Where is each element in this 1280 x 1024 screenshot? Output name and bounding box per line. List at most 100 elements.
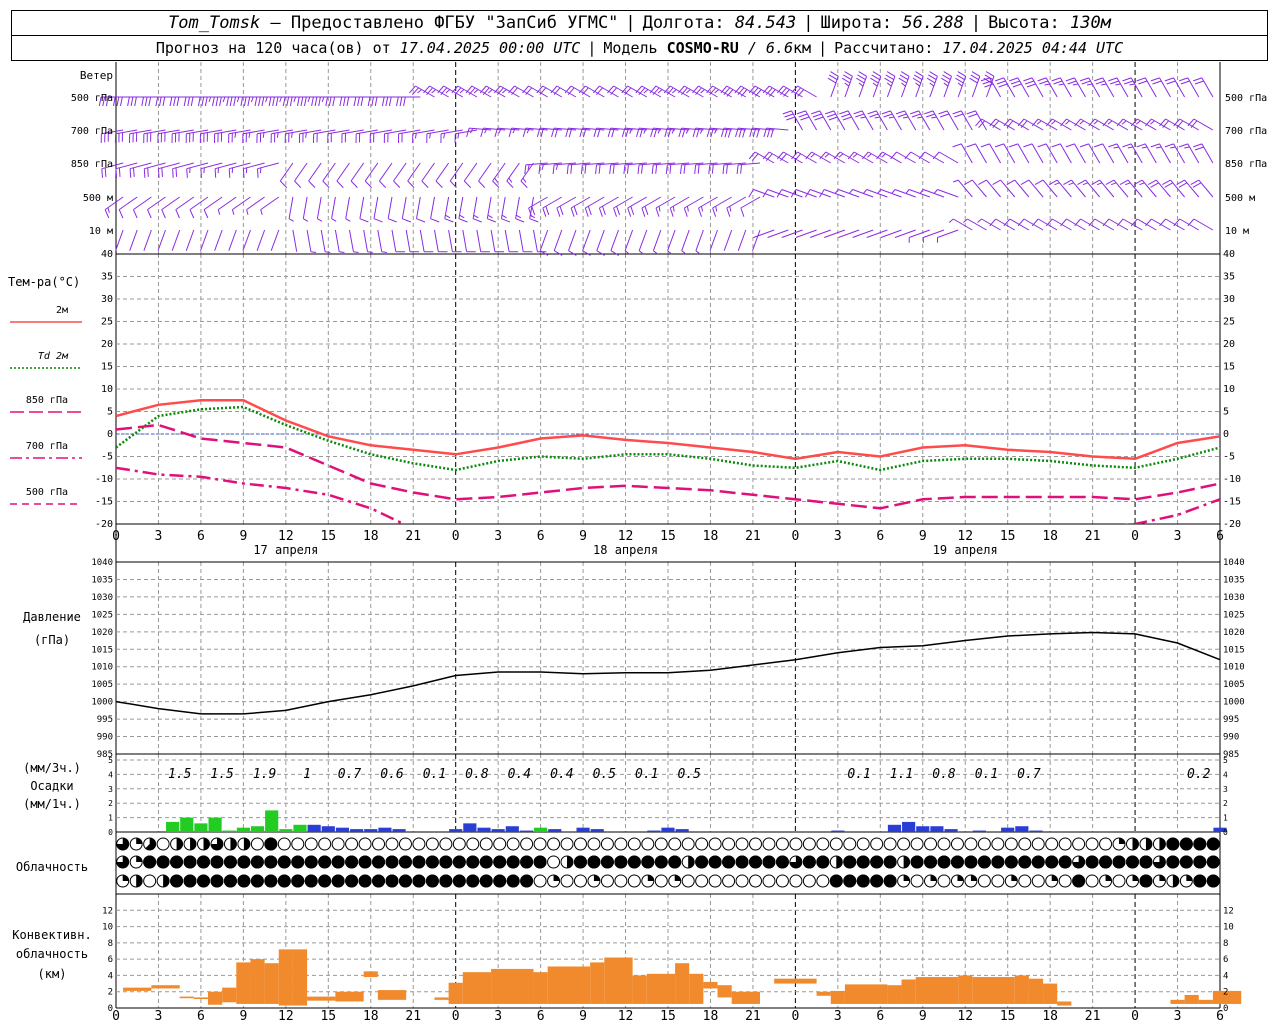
precip-bar (491, 829, 505, 832)
wind-barb (311, 96, 336, 107)
temperature-axis-tick-right: -5 (1223, 452, 1235, 463)
x-tick-label-temperature: 6 (876, 529, 884, 544)
wind-barb (282, 96, 308, 107)
precip-title: Осадки (30, 779, 73, 793)
precip-3h-sum-label: 0.5 (593, 767, 617, 782)
wind-barb (1017, 118, 1044, 131)
wind-barb (1051, 143, 1072, 164)
cloud-symbol-fill (190, 838, 197, 850)
wind-barb (256, 129, 279, 144)
cloud-symbol-fill (1206, 874, 1220, 888)
wind-level-label-right: 850 гПа (1225, 159, 1267, 170)
x-tick-label-bottom: 3 (1174, 1009, 1182, 1024)
wind-barb (423, 85, 449, 98)
precip-tick-left: 4 (108, 770, 113, 779)
wind-barb (387, 196, 397, 223)
wind-barb (553, 229, 563, 256)
convective-cloud-bar (1028, 978, 1044, 1004)
cloud-symbol (641, 874, 655, 888)
precip-bar (902, 821, 916, 832)
cloud-symbol-fill (1051, 875, 1058, 881)
cloud-symbol-circle (1018, 874, 1032, 888)
cloud-symbol (197, 837, 211, 851)
wind-barb (1193, 143, 1214, 164)
wind-barb (989, 118, 1016, 131)
cloud-symbol (1018, 874, 1032, 888)
cloud-symbol-fill (479, 855, 493, 869)
cloud-symbol-circle (883, 837, 897, 851)
cloud-symbol-circle (506, 837, 520, 851)
wind-barb (115, 229, 124, 251)
cloud-symbol (708, 837, 722, 851)
cloud-symbol (762, 874, 776, 888)
cloud-symbol-fill (223, 874, 237, 888)
convective-cloud-bar (307, 996, 336, 1001)
cloud-symbol (493, 855, 507, 869)
cloud-symbol (883, 855, 897, 869)
cloud-symbol (318, 874, 332, 888)
cloud-symbol-fill (883, 855, 897, 869)
wind-barb (1108, 143, 1129, 164)
cloud-symbol-fill (210, 874, 224, 888)
cloud-symbol (829, 837, 843, 851)
cloud-symbol-circle (533, 874, 547, 888)
wind-barb (1060, 218, 1086, 231)
cloud-symbol-circle (695, 837, 709, 851)
cloud-symbol-circle (856, 837, 870, 851)
cloud-symbol-circle (600, 874, 614, 888)
wind-barb (345, 196, 351, 222)
wind-barb (649, 85, 676, 98)
wind-barb (1150, 143, 1171, 164)
cloud-symbol-fill (688, 856, 695, 868)
wind-barb (242, 129, 265, 144)
cloud-symbol (749, 855, 763, 869)
convective-cloud-bar (222, 987, 237, 1003)
cloud-symbol (856, 855, 870, 869)
cloud-symbol-fill (647, 875, 654, 881)
wind-barb (777, 151, 803, 164)
cloud-symbol-fill (277, 855, 291, 869)
cloud-symbol (1085, 837, 1099, 851)
wind-barb (1017, 218, 1044, 231)
wind-barb (856, 71, 868, 98)
precip-bar (378, 827, 392, 832)
cloud-symbol-fill (493, 874, 507, 888)
cloud-symbol-fill (1166, 837, 1180, 851)
cloud-symbol (345, 837, 359, 851)
wind-barb (214, 129, 237, 144)
wind-barb (257, 162, 279, 178)
precip-tick-right: 2 (1223, 799, 1228, 808)
cloud-symbol-fill (345, 855, 359, 869)
cloud-symbol (452, 855, 466, 869)
wind-barb (214, 229, 223, 251)
cloud-symbol-fill (970, 875, 977, 881)
cloud-symbol-circle (829, 837, 843, 851)
wind-barb (515, 196, 525, 223)
wind-level-label-right: 700 гПа (1225, 126, 1267, 137)
wind-barb (839, 110, 860, 131)
cloud-symbol-circle (560, 837, 574, 851)
cloud-symbol-fill (836, 856, 843, 868)
cloud-symbol-fill (358, 855, 372, 869)
wind-barb (1091, 179, 1115, 198)
cloud-symbol-circle (924, 837, 938, 851)
wind-barb (1102, 218, 1129, 231)
cloud-symbol-circle (816, 837, 830, 851)
cloud-symbol-fill (856, 874, 870, 888)
cloud-symbol-fill (425, 874, 439, 888)
cloud-symbol-circle (937, 837, 951, 851)
precip-bar (477, 827, 491, 832)
cloud-symbol-fill (1058, 855, 1072, 869)
wind-barb (416, 196, 426, 223)
x-tick-label-temperature: 9 (579, 529, 587, 544)
x-tick-label-temperature: 21 (1085, 529, 1101, 544)
wind-barb (910, 110, 931, 131)
cloud-symbol (1112, 837, 1126, 851)
temperature-axis-tick-right: 30 (1223, 294, 1235, 305)
wind-barb (479, 85, 506, 98)
cloud-symbol (870, 874, 884, 888)
cloud-symbol-fill (977, 855, 991, 869)
cloud-symbol-circle (1072, 837, 1086, 851)
cloud-symbol-fill (136, 838, 143, 844)
x-tick-label-temperature: 9 (919, 529, 927, 544)
